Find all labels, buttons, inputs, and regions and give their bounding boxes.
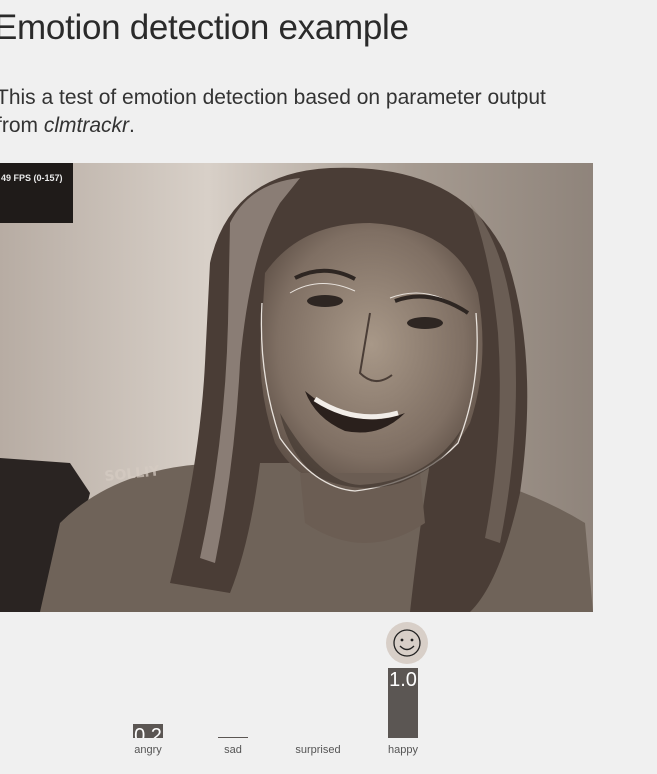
smiley-face-icon xyxy=(386,622,428,664)
bar-angry: 0.2 xyxy=(133,724,163,738)
fps-counter: 49 FPS (0-157) xyxy=(0,163,73,223)
bar-label-sad: sad xyxy=(224,744,242,756)
intro-period: . xyxy=(129,114,135,137)
intro-paragraph: This a test of emotion detection based o… xyxy=(0,84,556,140)
bar-label-happy: happy xyxy=(388,744,418,756)
bar-sad xyxy=(218,737,248,738)
page-title: Emotion detection example xyxy=(0,8,409,47)
clmtrackr-reference: clmtrackr xyxy=(43,114,130,137)
bar-label-surprised: surprised xyxy=(295,744,341,756)
bar-label-angry: angry xyxy=(134,744,162,756)
bar-happy: 1.0 xyxy=(388,668,418,738)
webcam-frame: SOLLIY xyxy=(0,163,593,612)
page: Emotion detection example This a test of… xyxy=(0,0,657,774)
webcam-video: SOLLIY xyxy=(0,163,593,612)
emotion-chart: 0.2 angry sad surprised 1.0 happy xyxy=(0,612,657,774)
